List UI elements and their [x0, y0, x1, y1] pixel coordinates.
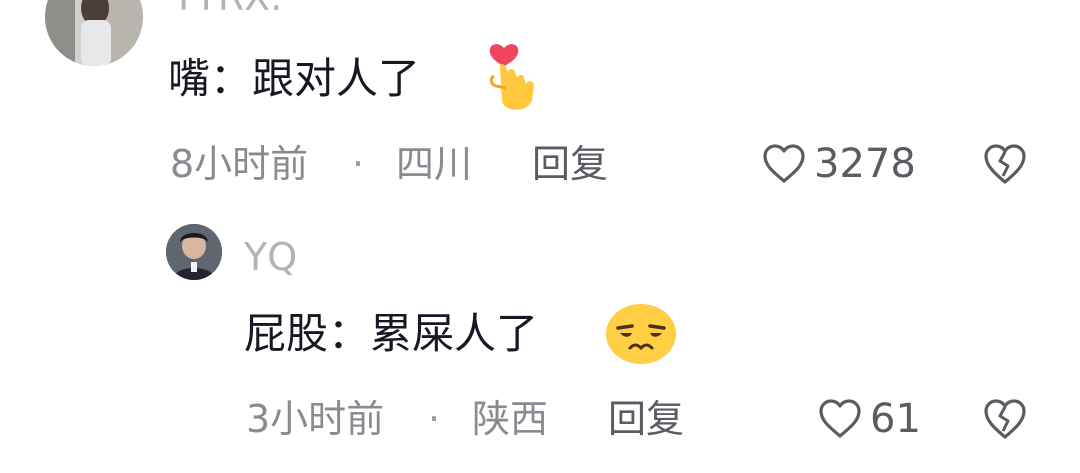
avatar[interactable]	[45, 0, 143, 66]
like-button[interactable]: 61	[818, 395, 921, 443]
separator-dot: ·	[428, 397, 441, 441]
avatar-photo	[166, 224, 222, 280]
separator-dot: ·	[352, 142, 365, 186]
comment-location: 陕西	[472, 397, 549, 441]
like-count: 61	[870, 396, 921, 442]
comment-time: 3小时前	[246, 397, 385, 441]
avatar[interactable]	[166, 224, 222, 280]
broken-heart-icon[interactable]	[982, 142, 1028, 186]
comment-text: 嘴：跟对人了	[168, 54, 421, 103]
like-button[interactable]: 3278	[762, 140, 916, 188]
reply-button[interactable]: 回复	[532, 145, 608, 183]
like-count: 3278	[814, 141, 916, 187]
comment-text: 屁股：累屎人了	[244, 309, 539, 358]
heart-outline-icon	[762, 143, 806, 185]
avatar-photo	[45, 0, 143, 66]
comment-location: 四川	[396, 142, 473, 186]
comment-time: 8小时前	[170, 142, 309, 186]
finger-heart-emoji	[484, 42, 536, 118]
username[interactable]: TTRX.	[172, 0, 282, 16]
username[interactable]: YQ	[244, 238, 297, 276]
reply-button[interactable]: 回复	[608, 400, 684, 438]
broken-heart-icon[interactable]	[982, 397, 1028, 441]
heart-outline-icon	[818, 398, 862, 440]
smirk-face-emoji	[604, 302, 678, 366]
